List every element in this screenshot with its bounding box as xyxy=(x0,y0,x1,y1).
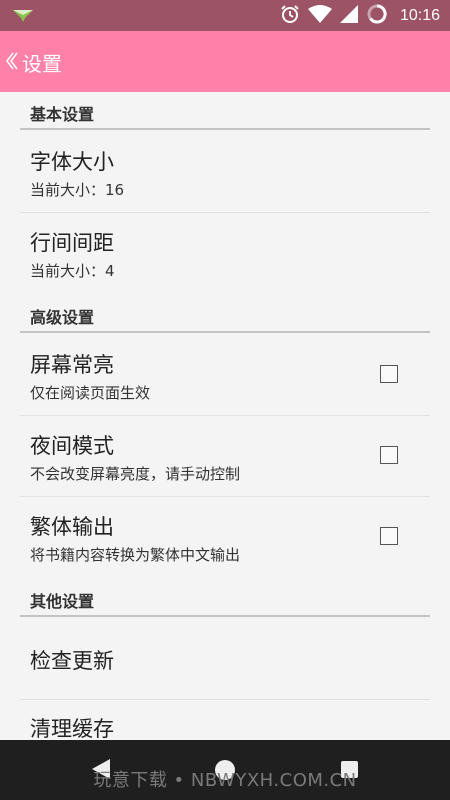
setting-font-size[interactable]: 字体大小 当前大小：16 xyxy=(20,132,430,213)
back-chevron-icon[interactable] xyxy=(4,51,18,74)
section-header-label: 高级设置 xyxy=(30,308,95,327)
setting-traditional-output[interactable]: 繁体输出 将书籍内容转换为繁体中文输出 xyxy=(20,497,430,578)
setting-summary: 仅在阅读页面生效 xyxy=(30,384,151,402)
wifi-icon xyxy=(307,4,332,27)
battery-icon xyxy=(366,3,388,29)
setting-summary: 当前大小：4 xyxy=(30,262,115,280)
cellular-signal-icon xyxy=(339,4,358,27)
section-header-other: 其他设置 xyxy=(20,579,430,617)
status-bar: 10:16 xyxy=(0,0,450,31)
setting-title: 行间间距 xyxy=(30,231,114,255)
traditional-output-checkbox[interactable] xyxy=(380,527,398,545)
setting-summary: 不会改变屏幕亮度，请手动控制 xyxy=(30,465,241,483)
setting-title: 检查更新 xyxy=(30,649,114,673)
night-mode-checkbox[interactable] xyxy=(380,446,398,464)
alarm-icon xyxy=(280,4,300,28)
settings-list[interactable]: 基本设置 字体大小 当前大小：16 行间间距 当前大小：4 高级设置 屏幕常亮 … xyxy=(0,92,450,740)
setting-clear-cache[interactable]: 清理缓存 xyxy=(20,700,430,740)
setting-line-spacing[interactable]: 行间间距 当前大小：4 xyxy=(20,213,430,294)
screen-on-checkbox[interactable] xyxy=(380,365,398,383)
status-time: 10:16 xyxy=(399,6,440,24)
setting-title: 屏幕常亮 xyxy=(30,353,114,377)
section-header-label: 基本设置 xyxy=(30,105,95,124)
setting-screen-on[interactable]: 屏幕常亮 仅在阅读页面生效 xyxy=(20,335,430,416)
setting-title: 清理缓存 xyxy=(30,717,114,740)
section-header-basic: 基本设置 xyxy=(20,92,430,130)
setting-check-update[interactable]: 检查更新 xyxy=(20,619,430,700)
page-title: 设置 xyxy=(22,52,62,76)
section-header-advanced: 高级设置 xyxy=(20,295,430,333)
setting-title: 繁体输出 xyxy=(30,515,114,539)
notification-icon xyxy=(12,8,34,27)
setting-title: 字体大小 xyxy=(30,150,114,174)
navigation-bar: 玩意下载 • NBWYXH.COM.CN xyxy=(0,740,450,800)
setting-night-mode[interactable]: 夜间模式 不会改变屏幕亮度，请手动控制 xyxy=(20,416,430,497)
setting-summary: 当前大小：16 xyxy=(30,181,125,199)
setting-title: 夜间模式 xyxy=(30,434,114,458)
status-icons: 10:16 xyxy=(280,0,440,31)
section-header-label: 其他设置 xyxy=(30,592,95,611)
app-bar: 设置 xyxy=(0,31,450,92)
watermark: 玩意下载 • NBWYXH.COM.CN xyxy=(93,770,357,791)
setting-summary: 将书籍内容转换为繁体中文输出 xyxy=(30,546,241,564)
